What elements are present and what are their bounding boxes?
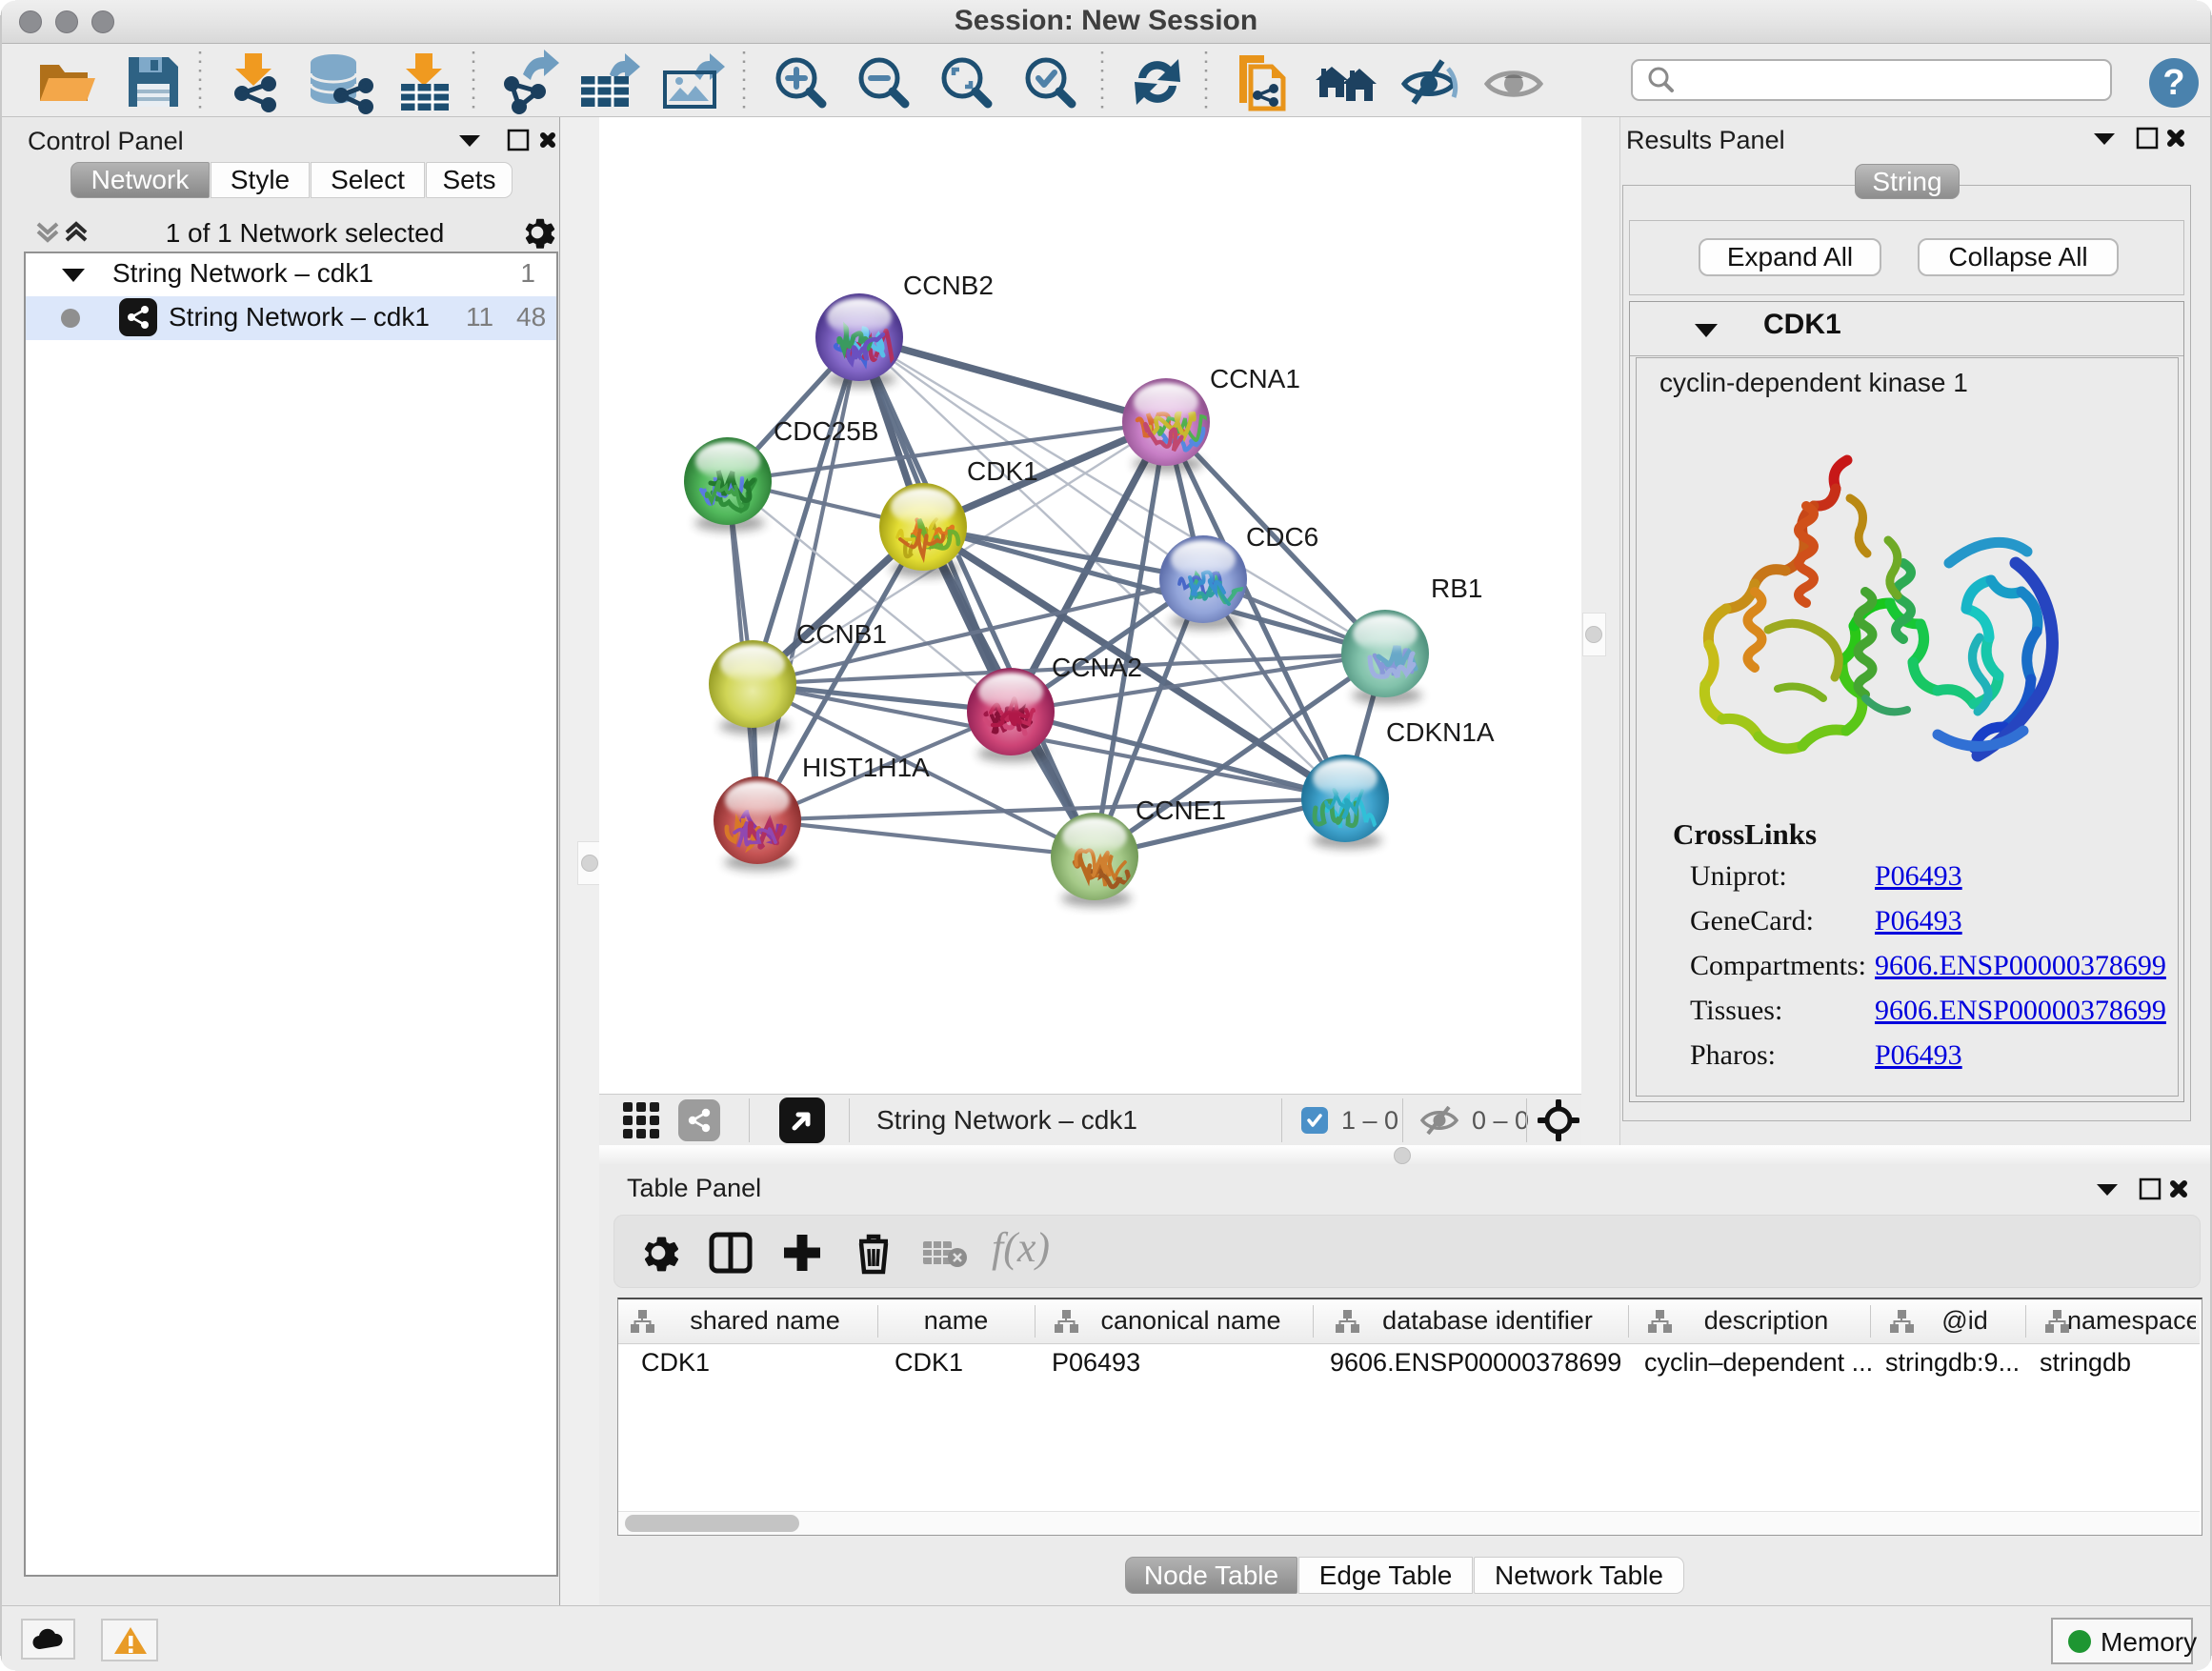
svg-text:CDC6: CDC6 xyxy=(1246,522,1318,552)
svg-text:CCNB2: CCNB2 xyxy=(903,271,994,300)
svg-text:?: ? xyxy=(2162,63,2184,103)
svg-text:CDC25B: CDC25B xyxy=(774,416,878,446)
svg-text:CCNB1: CCNB1 xyxy=(796,619,887,649)
svg-text:CCNA1: CCNA1 xyxy=(1210,364,1300,393)
svg-text:HIST1H1A: HIST1H1A xyxy=(802,753,930,782)
svg-text:CCNE1: CCNE1 xyxy=(1136,795,1226,825)
svg-text:CCNA2: CCNA2 xyxy=(1052,653,1142,682)
svg-text:RB1: RB1 xyxy=(1431,574,1482,603)
svg-text:CDKN1A: CDKN1A xyxy=(1386,717,1495,747)
svg-text:CDK1: CDK1 xyxy=(967,456,1038,486)
